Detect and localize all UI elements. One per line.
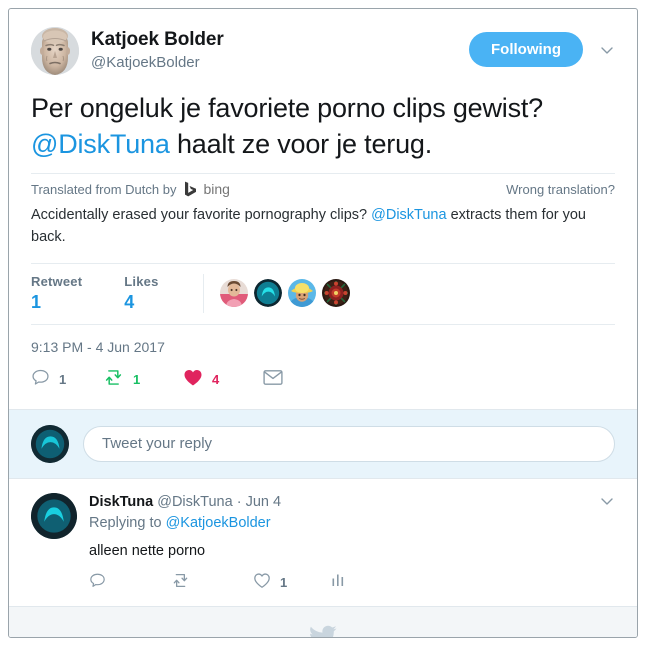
disktuna-logo-icon <box>31 424 69 463</box>
tweet-permalink-card: Katjoek Bolder @KatjoekBolder Following … <box>8 8 638 638</box>
main-tweet-text: Per ongeluk je favoriete porno clips gew… <box>31 91 615 162</box>
replying-to-line: Replying to @KatjoekBolder <box>89 515 615 531</box>
liker-avatar-4-image <box>321 279 350 308</box>
reply-chevron-down-icon[interactable] <box>599 493 615 509</box>
liker-avatar-3-image <box>287 279 316 308</box>
card-footer <box>9 605 637 637</box>
liker-avatar-2[interactable] <box>253 279 282 308</box>
liker-avatar-1[interactable] <box>219 279 248 308</box>
tweet-text-line-2: haalt ze voor je terug. <box>169 128 433 159</box>
main-tweet-actions: 1 1 4 <box>31 355 615 409</box>
author-handle[interactable]: @KatjoekBolder <box>91 54 469 73</box>
like-count: 4 <box>212 372 220 388</box>
likes-stat-value: 4 <box>124 291 135 312</box>
liker-avatar-3[interactable] <box>287 279 316 308</box>
reply-tweet-header: DiskTuna @DiskTuna · Jun 4 <box>89 493 615 512</box>
main-tweet: Katjoek Bolder @KatjoekBolder Following … <box>9 9 637 409</box>
reply-date[interactable]: Jun 4 <box>246 494 281 510</box>
screenshot-root: Katjoek Bolder @KatjoekBolder Following … <box>0 0 646 646</box>
tweet-timestamp[interactable]: 9:13 PM - 4 Jun 2017 <box>31 325 615 355</box>
author-display-name[interactable]: Katjoek Bolder <box>91 28 469 52</box>
disktuna-logo-small <box>253 279 282 308</box>
reply-action-secondary[interactable] <box>89 572 171 594</box>
retweet-stat[interactable]: Retweet 1 <box>31 274 82 313</box>
reply-icon <box>31 368 50 392</box>
reply-tweet-actions: 1 <box>89 572 615 594</box>
translated-tweet-text: Accidentally erased your favorite pornog… <box>31 203 615 263</box>
like-action-secondary[interactable]: 1 <box>253 572 331 594</box>
reply-count: 1 <box>59 372 67 388</box>
tweet-text-line-1: Per ongeluk je favoriete porno clips gew… <box>31 93 543 123</box>
retweet-action-secondary[interactable] <box>171 572 253 594</box>
analytics-action[interactable] <box>331 572 347 593</box>
liker-avatar-1-image <box>219 279 248 308</box>
reply-like-count: 1 <box>280 575 288 591</box>
heart-outline-icon <box>253 572 271 594</box>
reply-icon <box>89 572 106 594</box>
translated-from-label: Translated from Dutch by <box>31 181 177 197</box>
reply-tweet-body: DiskTuna @DiskTuna · Jun 4 Replying to @… <box>89 493 615 594</box>
translation-attribution-row: Translated from Dutch by bing Wrong tran… <box>31 173 615 203</box>
reply-meta-separator: · <box>236 493 242 510</box>
bing-logo-icon <box>184 181 197 197</box>
chevron-down-icon[interactable] <box>599 42 615 58</box>
follow-controls: Following <box>469 27 615 67</box>
bing-wordmark: bing <box>203 181 230 198</box>
replying-to-label: Replying to <box>89 514 166 531</box>
retweet-stat-label: Retweet <box>31 273 83 289</box>
retweet-stat-value: 1 <box>31 291 42 312</box>
engagement-stats-row: Retweet 1 Likes 4 <box>31 262 615 325</box>
likes-stat[interactable]: Likes 4 <box>124 274 158 313</box>
translated-mention-disktuna[interactable]: @DiskTuna <box>371 207 446 223</box>
direct-message-action[interactable] <box>263 369 303 391</box>
wrong-translation-link[interactable]: Wrong translation? <box>506 182 615 197</box>
reply-author-meta: DiskTuna @DiskTuna · Jun 4 <box>89 493 281 512</box>
heart-icon <box>183 368 203 392</box>
translated-text-pre: Accidentally erased your favorite pornog… <box>31 207 372 224</box>
like-action[interactable]: 4 <box>183 368 263 392</box>
reply-tweet-text: alleen nette porno <box>89 542 206 559</box>
translation-source: Translated from Dutch by bing <box>31 181 230 197</box>
retweet-count: 1 <box>133 372 141 388</box>
envelope-icon <box>263 369 283 391</box>
reply-display-name[interactable]: DiskTuna <box>89 494 153 510</box>
likes-stat-label: Likes <box>124 273 159 289</box>
author-name-block: Katjoek Bolder @KatjoekBolder <box>91 27 469 73</box>
main-tweet-header: Katjoek Bolder @KatjoekBolder Following <box>31 27 615 75</box>
composer-disktuna-avatar[interactable] <box>31 424 69 463</box>
katjoek-bolder-avatar[interactable] <box>31 27 79 75</box>
reply-input[interactable] <box>83 425 615 462</box>
liker-avatar-4[interactable] <box>321 279 350 308</box>
liker-facepile <box>202 273 350 313</box>
analytics-bars-icon <box>331 572 347 593</box>
twitter-bird-icon <box>309 625 337 637</box>
reply-composer <box>9 408 637 479</box>
retweet-action[interactable]: 1 <box>103 368 183 392</box>
retweet-icon <box>171 572 190 594</box>
reply-action[interactable]: 1 <box>31 368 103 392</box>
following-button[interactable]: Following <box>469 32 583 67</box>
reply-handle[interactable]: @DiskTuna <box>157 494 232 510</box>
reply-disktuna-avatar[interactable] <box>31 492 77 539</box>
retweet-icon <box>103 368 124 392</box>
avatar-face-image <box>31 27 79 75</box>
disktuna-logo-icon <box>31 492 77 539</box>
tweet-mention-disktuna[interactable]: @DiskTuna <box>31 129 170 159</box>
replying-to-mention[interactable]: @KatjoekBolder <box>166 515 271 531</box>
reply-tweet: DiskTuna @DiskTuna · Jun 4 Replying to @… <box>9 478 637 606</box>
